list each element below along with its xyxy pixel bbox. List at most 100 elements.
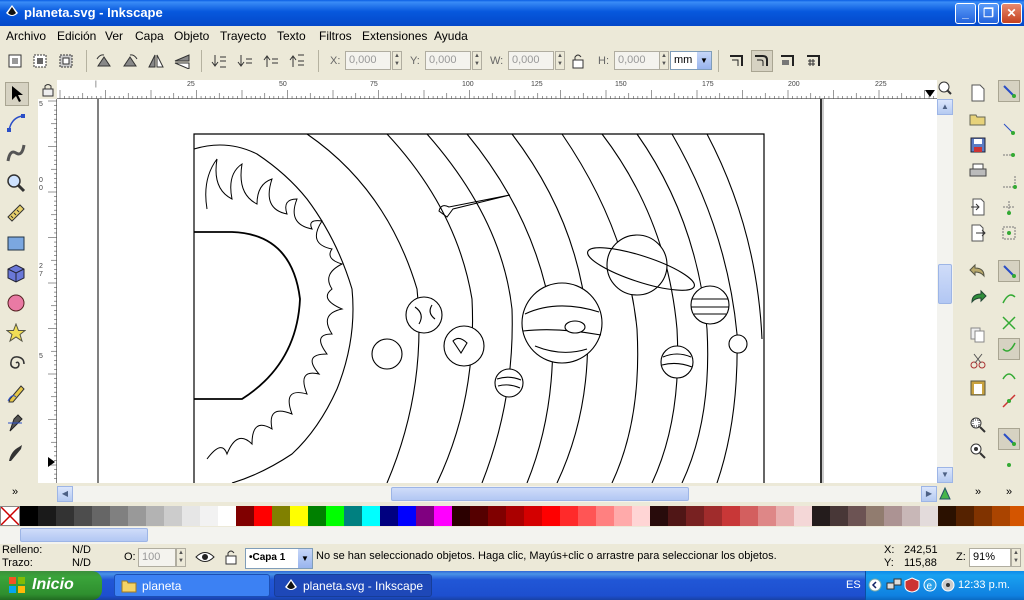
transform-patterns-icon[interactable] [803, 50, 825, 72]
layer-lock-icon[interactable] [220, 546, 242, 568]
import-icon[interactable] [967, 196, 989, 218]
layer-select[interactable]: •Capa 1 ▼ [245, 548, 313, 569]
close-button[interactable]: ✕ [1001, 3, 1022, 24]
color-swatch[interactable] [920, 506, 938, 526]
no-paint-swatch[interactable] [0, 506, 20, 526]
color-swatch[interactable] [848, 506, 866, 526]
lock-icon[interactable] [567, 50, 589, 72]
color-swatch[interactable] [380, 506, 398, 526]
invert-selection-icon[interactable] [55, 50, 77, 72]
color-manage-icon[interactable] [938, 486, 954, 502]
minimize-button[interactable]: _ [955, 3, 976, 24]
new-document-icon[interactable] [967, 82, 989, 104]
color-swatch[interactable] [632, 506, 650, 526]
color-swatch[interactable] [686, 506, 704, 526]
selector-tool-icon[interactable] [5, 82, 29, 106]
lower-icon[interactable] [234, 50, 256, 72]
color-swatch[interactable] [164, 506, 182, 526]
transform-gradients-icon[interactable] [777, 50, 799, 72]
internet-explorer-icon[interactable]: e [922, 577, 938, 593]
tray-expand-icon[interactable] [868, 578, 882, 592]
maximize-button[interactable]: ❐ [978, 3, 999, 24]
x-input[interactable]: 0,000 [345, 51, 391, 70]
color-swatch[interactable] [524, 506, 542, 526]
open-folder-icon[interactable] [967, 108, 989, 130]
taskbar-item-inkscape[interactable]: planeta.svg - Inkscape [274, 574, 432, 597]
color-swatch[interactable] [74, 506, 92, 526]
opacity-spinner[interactable]: ▲ ▼ [176, 548, 186, 567]
zoom-spinner[interactable]: ▲ ▼ [1011, 548, 1021, 567]
vertical-scroll-thumb[interactable] [938, 264, 952, 304]
eye-visibility-icon[interactable] [194, 546, 216, 568]
snap-bbox-edge-icon[interactable] [998, 144, 1020, 166]
ellipse-tool-icon[interactable] [5, 292, 27, 314]
measure-tool-icon[interactable] [5, 202, 27, 224]
zoom-tool-icon[interactable] [5, 172, 27, 194]
tweak-tool-icon[interactable] [5, 142, 27, 164]
scroll-down-icon[interactable]: ▼ [937, 467, 953, 483]
color-swatch[interactable] [902, 506, 920, 526]
color-swatch[interactable] [146, 506, 164, 526]
drawing-canvas[interactable] [57, 99, 937, 483]
unit-select[interactable]: mm ▼ [670, 51, 712, 70]
menu-capa[interactable]: Capa [135, 29, 164, 43]
color-swatch[interactable] [668, 506, 686, 526]
h-input[interactable]: 0,000 [614, 51, 660, 70]
stroke-value[interactable]: N/D [72, 557, 91, 569]
menu-edicion[interactable]: Edición [57, 29, 96, 43]
menu-ayuda[interactable]: Ayuda [434, 29, 468, 43]
copy-icon[interactable] [967, 324, 989, 346]
paste-icon[interactable] [967, 376, 989, 398]
undo-icon[interactable] [967, 260, 989, 282]
color-swatch[interactable] [956, 506, 974, 526]
color-swatch[interactable] [218, 506, 236, 526]
x-spinner[interactable]: ▲ ▼ [392, 51, 402, 70]
palette-scroll-thumb[interactable] [20, 528, 148, 542]
zoom-input[interactable]: 91% [969, 548, 1011, 567]
color-swatch[interactable] [200, 506, 218, 526]
rectangle-tool-icon[interactable] [5, 232, 27, 254]
vertical-ruler[interactable]: 5 0 0 2 7 5 [38, 99, 57, 483]
menu-trayecto[interactable]: Trayecto [220, 29, 266, 43]
snap-enable-icon[interactable] [998, 80, 1020, 102]
snap-grid-icon[interactable] [998, 454, 1020, 476]
color-swatch[interactable] [254, 506, 272, 526]
snap-midpoints-icon[interactable] [998, 390, 1020, 412]
taskbar-item-planeta[interactable]: planeta [114, 574, 270, 597]
color-swatch[interactable] [722, 506, 740, 526]
w-spinner[interactable]: ▲ ▼ [555, 51, 565, 70]
color-swatch[interactable] [398, 506, 416, 526]
export-icon[interactable] [967, 222, 989, 244]
scale-stroke-icon[interactable] [726, 50, 748, 72]
color-swatch[interactable] [236, 506, 254, 526]
print-icon[interactable] [967, 160, 989, 182]
fill-value[interactable]: N/D [72, 544, 91, 556]
color-swatch[interactable] [776, 506, 794, 526]
horizontal-scroll-thumb[interactable] [391, 487, 689, 501]
scroll-up-icon[interactable]: ▲ [937, 99, 953, 115]
opacity-input[interactable]: 100 [138, 548, 176, 567]
node-tool-icon[interactable] [5, 112, 27, 134]
y-input[interactable]: 0,000 [425, 51, 471, 70]
color-swatch[interactable] [290, 506, 308, 526]
color-swatch[interactable] [452, 506, 470, 526]
lower-to-bottom-icon[interactable] [208, 50, 230, 72]
horizontal-ruler[interactable]: | 25 50 75 100 125 150 175 200 225 [57, 80, 937, 99]
pen-tool-icon[interactable] [5, 412, 27, 434]
color-swatch[interactable] [92, 506, 110, 526]
start-button[interactable]: Inicio [0, 571, 102, 600]
snap-bbox-center-icon[interactable] [998, 222, 1020, 244]
snap-bbox-corner-icon[interactable] [998, 170, 1020, 192]
h-spinner[interactable]: ▲ ▼ [659, 51, 669, 70]
color-swatch[interactable] [488, 506, 506, 526]
color-swatch[interactable] [560, 506, 578, 526]
scroll-right-icon[interactable]: ▶ [921, 486, 937, 502]
cut-icon[interactable] [967, 350, 989, 372]
snap-bbox-midpoint-icon[interactable] [998, 196, 1020, 218]
select-all-layers-icon[interactable] [29, 50, 51, 72]
3d-box-tool-icon[interactable] [5, 262, 27, 284]
raise-icon[interactable] [260, 50, 282, 72]
flip-vertical-icon[interactable] [171, 50, 193, 72]
network-icon[interactable] [886, 577, 902, 593]
color-swatch[interactable] [416, 506, 434, 526]
